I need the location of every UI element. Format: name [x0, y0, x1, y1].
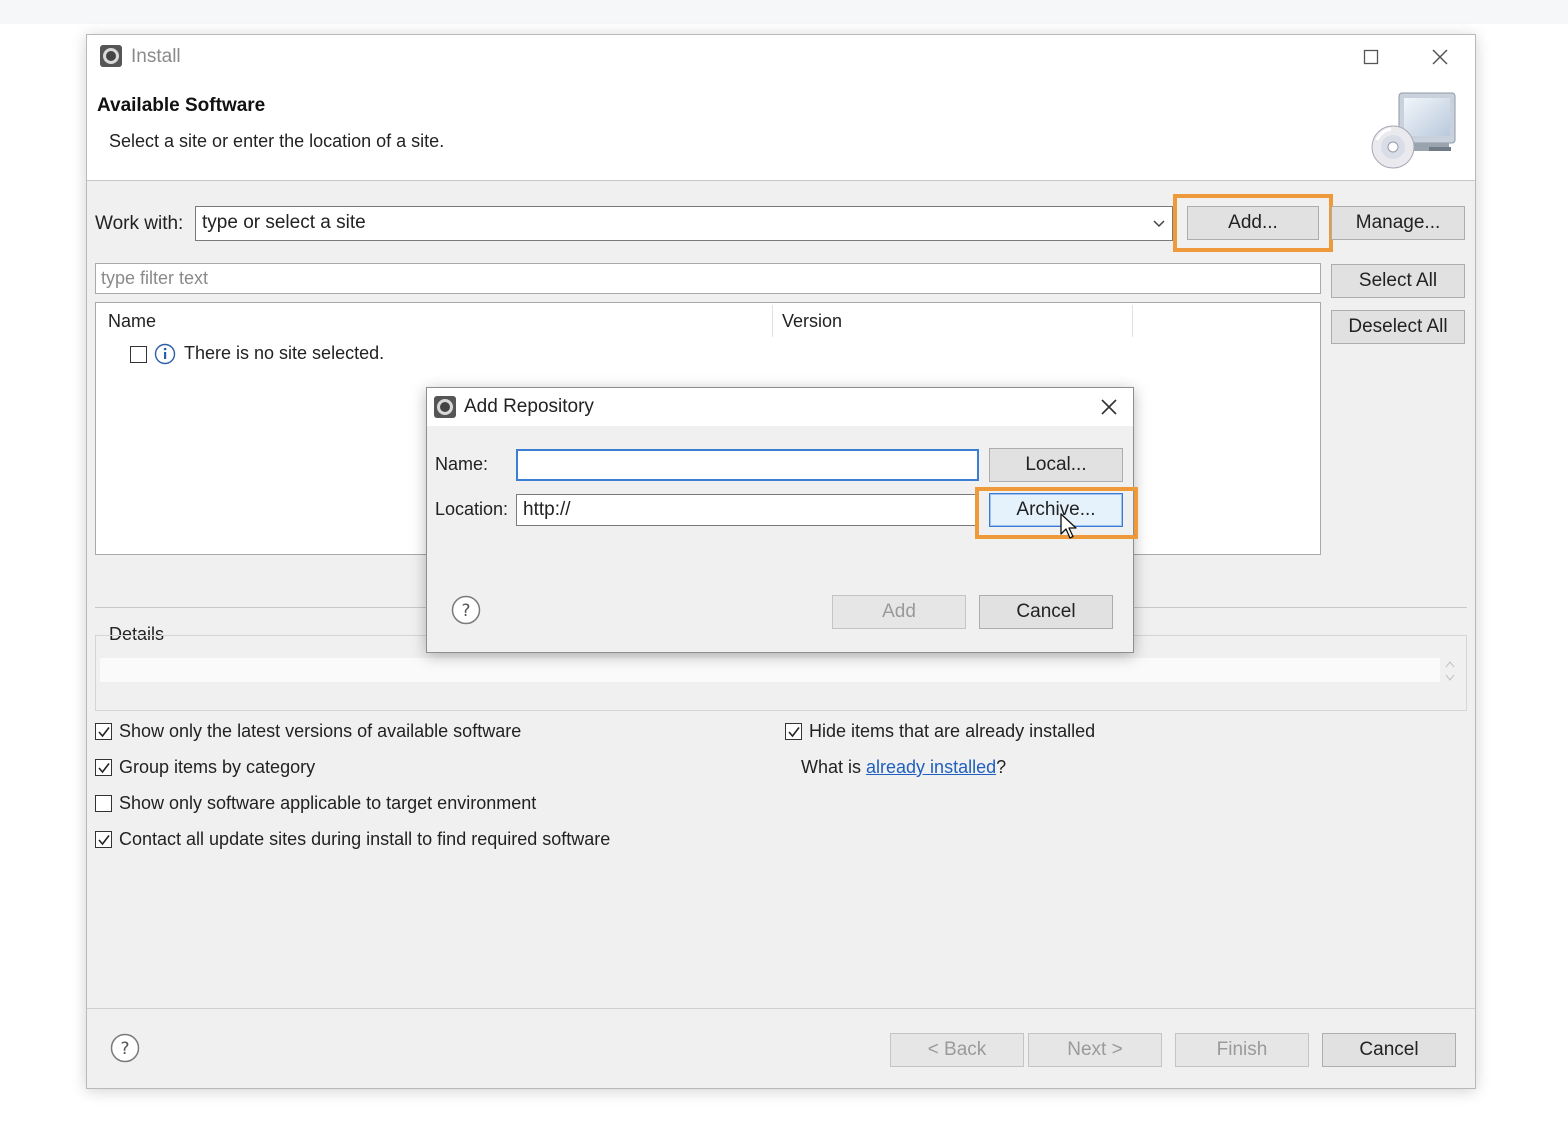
column-separator — [772, 305, 773, 337]
show-latest-label[interactable]: Show only the latest versions of availab… — [119, 721, 521, 742]
column-separator — [1132, 305, 1133, 337]
svg-text:?: ? — [461, 601, 470, 621]
check-icon — [787, 726, 800, 737]
page-description: Select a site or enter the location of a… — [109, 131, 445, 151]
location-field[interactable]: http:// — [516, 494, 976, 526]
contact-update-sites-label[interactable]: Contact all update sites during install … — [119, 829, 610, 850]
details-text — [100, 658, 1440, 682]
work-with-value: type or select a site — [202, 212, 366, 233]
check-icon — [97, 726, 110, 737]
eclipse-app-icon — [434, 396, 456, 418]
archive-button[interactable]: Archive... — [989, 493, 1123, 527]
check-icon — [97, 834, 110, 845]
show-latest-checkbox[interactable] — [95, 723, 112, 740]
close-dialog-button[interactable] — [1089, 391, 1129, 423]
hide-installed-label[interactable]: Hide items that are already installed — [809, 721, 1095, 742]
contact-update-sites-checkbox[interactable] — [95, 831, 112, 848]
manage-button[interactable]: Manage... — [1331, 206, 1465, 240]
info-icon — [154, 343, 176, 365]
select-all-button[interactable]: Select All — [1331, 264, 1465, 298]
maximize-icon — [1363, 49, 1379, 65]
location-label: Location: — [435, 499, 509, 519]
target-environment-checkbox[interactable] — [95, 795, 112, 812]
close-icon — [1101, 399, 1117, 415]
local-button[interactable]: Local... — [989, 448, 1123, 482]
hide-installed-checkbox[interactable] — [785, 723, 802, 740]
tree-item-checkbox[interactable] — [130, 346, 147, 363]
help-icon[interactable]: ? — [110, 1033, 140, 1063]
window-titlebar: Install — [87, 35, 1475, 79]
tree-empty-message: There is no site selected. — [184, 343, 385, 363]
group-by-category-checkbox[interactable] — [95, 759, 112, 776]
back-button[interactable]: < Back — [890, 1033, 1024, 1067]
finish-button[interactable]: Finish — [1175, 1033, 1309, 1067]
close-window-button[interactable] — [1420, 41, 1460, 73]
next-button[interactable]: Next > — [1028, 1033, 1162, 1067]
eclipse-app-icon — [100, 45, 122, 67]
scroll-arrows-icon[interactable] — [1444, 658, 1456, 684]
maximize-button[interactable] — [1351, 41, 1391, 73]
footer-separator — [87, 1008, 1475, 1009]
work-with-label: Work with: — [95, 213, 184, 234]
dialog-titlebar: Add Repository — [427, 388, 1133, 426]
install-monitor-cd-icon — [1371, 92, 1456, 169]
dialog-cancel-button[interactable]: Cancel — [979, 595, 1113, 629]
page-title: Available Software — [97, 95, 266, 116]
group-by-category-label[interactable]: Group items by category — [119, 757, 315, 778]
chevron-down-icon — [1153, 220, 1165, 228]
already-installed-link[interactable]: already installed — [866, 757, 996, 777]
target-environment-label[interactable]: Show only software applicable to target … — [119, 793, 536, 814]
close-icon — [1432, 49, 1448, 65]
name-label: Name: — [435, 454, 489, 474]
svg-text:?: ? — [120, 1039, 129, 1059]
filter-input[interactable]: type filter text — [95, 263, 1321, 294]
dialog-title: Add Repository — [464, 396, 594, 417]
dialog-add-button[interactable]: Add — [832, 595, 966, 629]
help-icon[interactable]: ? — [451, 595, 481, 625]
column-header-name[interactable]: Name — [108, 311, 156, 332]
work-with-combo[interactable]: type or select a site — [195, 206, 1173, 241]
check-icon — [97, 762, 110, 773]
deselect-all-button[interactable]: Deselect All — [1331, 310, 1465, 344]
mouse-pointer-icon — [1060, 513, 1077, 539]
add-site-button[interactable]: Add... — [1187, 206, 1319, 240]
window-title: Install — [131, 46, 181, 67]
add-repository-dialog: Add Repository Name: Local... Location: … — [426, 387, 1138, 653]
name-field[interactable] — [516, 449, 979, 481]
what-is-prefix: What is — [801, 757, 867, 777]
what-is-suffix: ? — [996, 757, 1007, 777]
screen-top-band — [0, 0, 1568, 24]
wizard-header: Available Software Select a site or ente… — [87, 79, 1475, 181]
cancel-button[interactable]: Cancel — [1322, 1033, 1456, 1067]
what-is-installed-text: What is already installed? — [801, 757, 1006, 778]
column-header-version[interactable]: Version — [782, 311, 842, 332]
